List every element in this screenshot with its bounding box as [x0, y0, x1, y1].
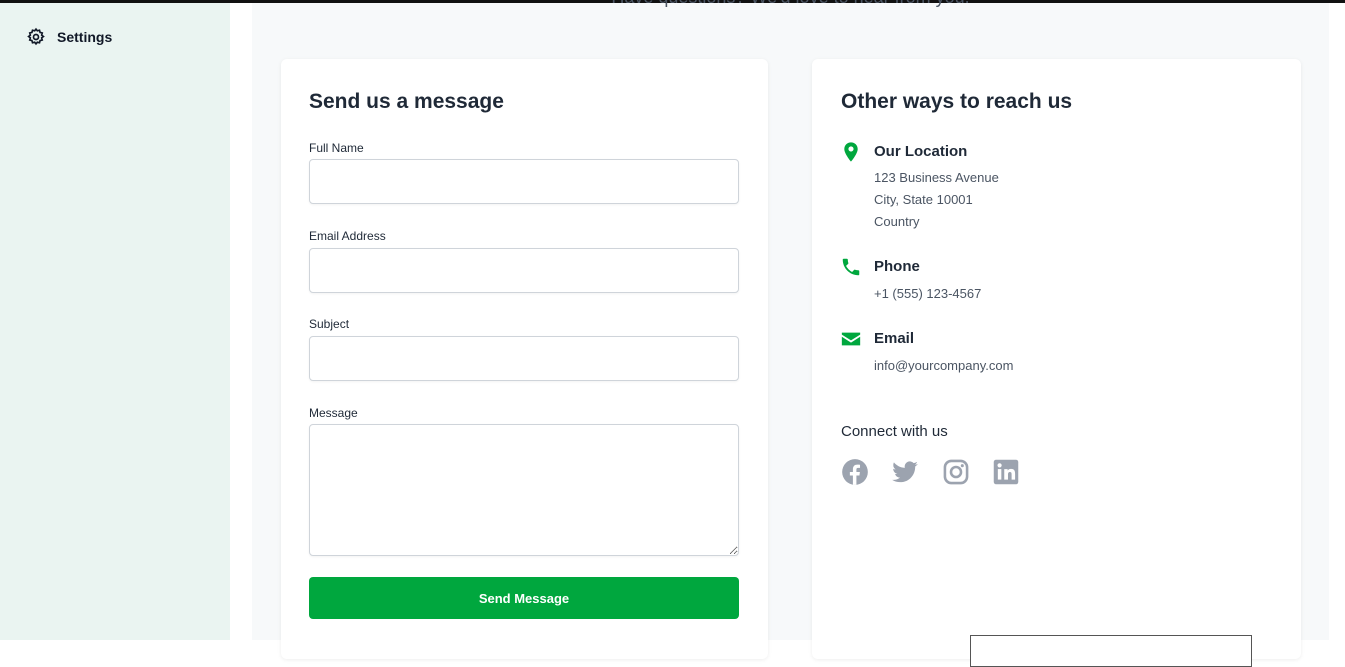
- connect-title: Connect with us: [841, 423, 948, 440]
- location-title: Our Location: [874, 143, 968, 160]
- full-name-label: Full Name: [309, 141, 364, 155]
- sidebar: Settings: [0, 3, 230, 640]
- subject-input[interactable]: [309, 336, 739, 381]
- phone-number: +1 (555) 123-4567: [874, 286, 982, 301]
- form-title: Send us a message: [309, 90, 504, 113]
- facebook-icon[interactable]: [841, 458, 869, 486]
- message-textarea[interactable]: [309, 424, 739, 556]
- linkedin-icon[interactable]: [992, 458, 1020, 486]
- instagram-icon[interactable]: [942, 458, 970, 486]
- location-line-1: 123 Business Avenue: [874, 170, 999, 185]
- twitter-icon[interactable]: [891, 458, 919, 486]
- location-line-2: City, State 10001: [874, 192, 973, 207]
- subject-label: Subject: [309, 317, 350, 331]
- email-title: Email: [874, 330, 915, 347]
- map-pin-icon: [844, 142, 858, 162]
- envelope-icon: [841, 332, 861, 346]
- message-label: Message: [309, 406, 358, 420]
- email-address: info@yourcompany.com: [874, 358, 1014, 373]
- email-input[interactable]: [309, 248, 739, 293]
- send-message-button[interactable]: Send Message: [309, 577, 739, 619]
- contact-info-card: Other ways to reach us Our Location 123 …: [812, 59, 1301, 667]
- phone-title: Phone: [874, 258, 920, 275]
- main-content: Have questions? We'd love to hear from y…: [252, 0, 1329, 667]
- contact-title: Other ways to reach us: [841, 90, 1073, 113]
- phone-icon: [842, 258, 860, 276]
- contact-form-card: Send us a message Full Name Email Addres…: [281, 59, 768, 659]
- sidebar-item-label: Settings: [57, 29, 113, 45]
- sidebar-item-settings[interactable]: Settings: [26, 27, 112, 47]
- email-label: Email Address: [309, 229, 386, 243]
- location-line-3: Country: [874, 214, 920, 229]
- full-name-input[interactable]: [309, 159, 739, 204]
- gear-icon: [27, 27, 45, 46]
- page-subtitle: Have questions? We'd love to hear from y…: [252, 0, 1329, 8]
